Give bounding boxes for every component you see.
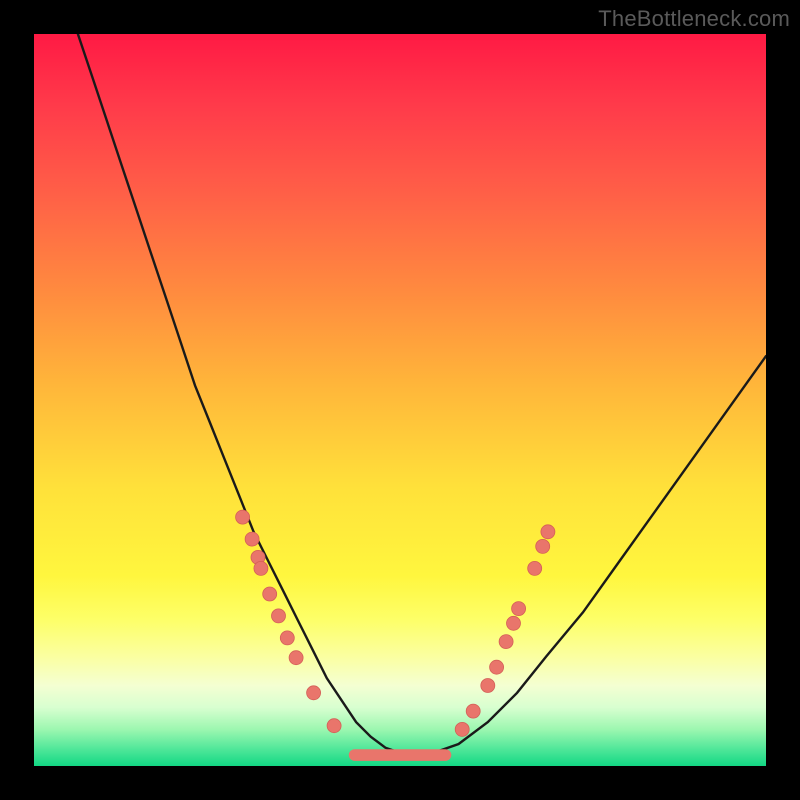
right-dot: [481, 679, 495, 693]
right-dot: [499, 635, 513, 649]
right-dot: [528, 561, 542, 575]
right-dot: [466, 704, 480, 718]
flat-segment: [349, 749, 452, 761]
right-dot: [490, 660, 504, 674]
left-dot: [327, 719, 341, 733]
chart-frame: TheBottleneck.com: [0, 0, 800, 800]
left-dot: [236, 510, 250, 524]
left-dot: [280, 631, 294, 645]
right-dot: [455, 722, 469, 736]
left-dot: [289, 651, 303, 665]
watermark-text: TheBottleneck.com: [598, 6, 790, 32]
right-dot: [541, 525, 555, 539]
right-dot: [536, 539, 550, 553]
curve-layer: [34, 34, 766, 766]
left-dot: [245, 532, 259, 546]
right-dot: [512, 602, 526, 616]
left-dot: [254, 561, 268, 575]
left-dot: [307, 686, 321, 700]
left-dot: [272, 609, 286, 623]
plot-area: [34, 34, 766, 766]
bottleneck-curve: [78, 34, 766, 755]
right-dot: [507, 616, 521, 630]
left-dot: [263, 587, 277, 601]
